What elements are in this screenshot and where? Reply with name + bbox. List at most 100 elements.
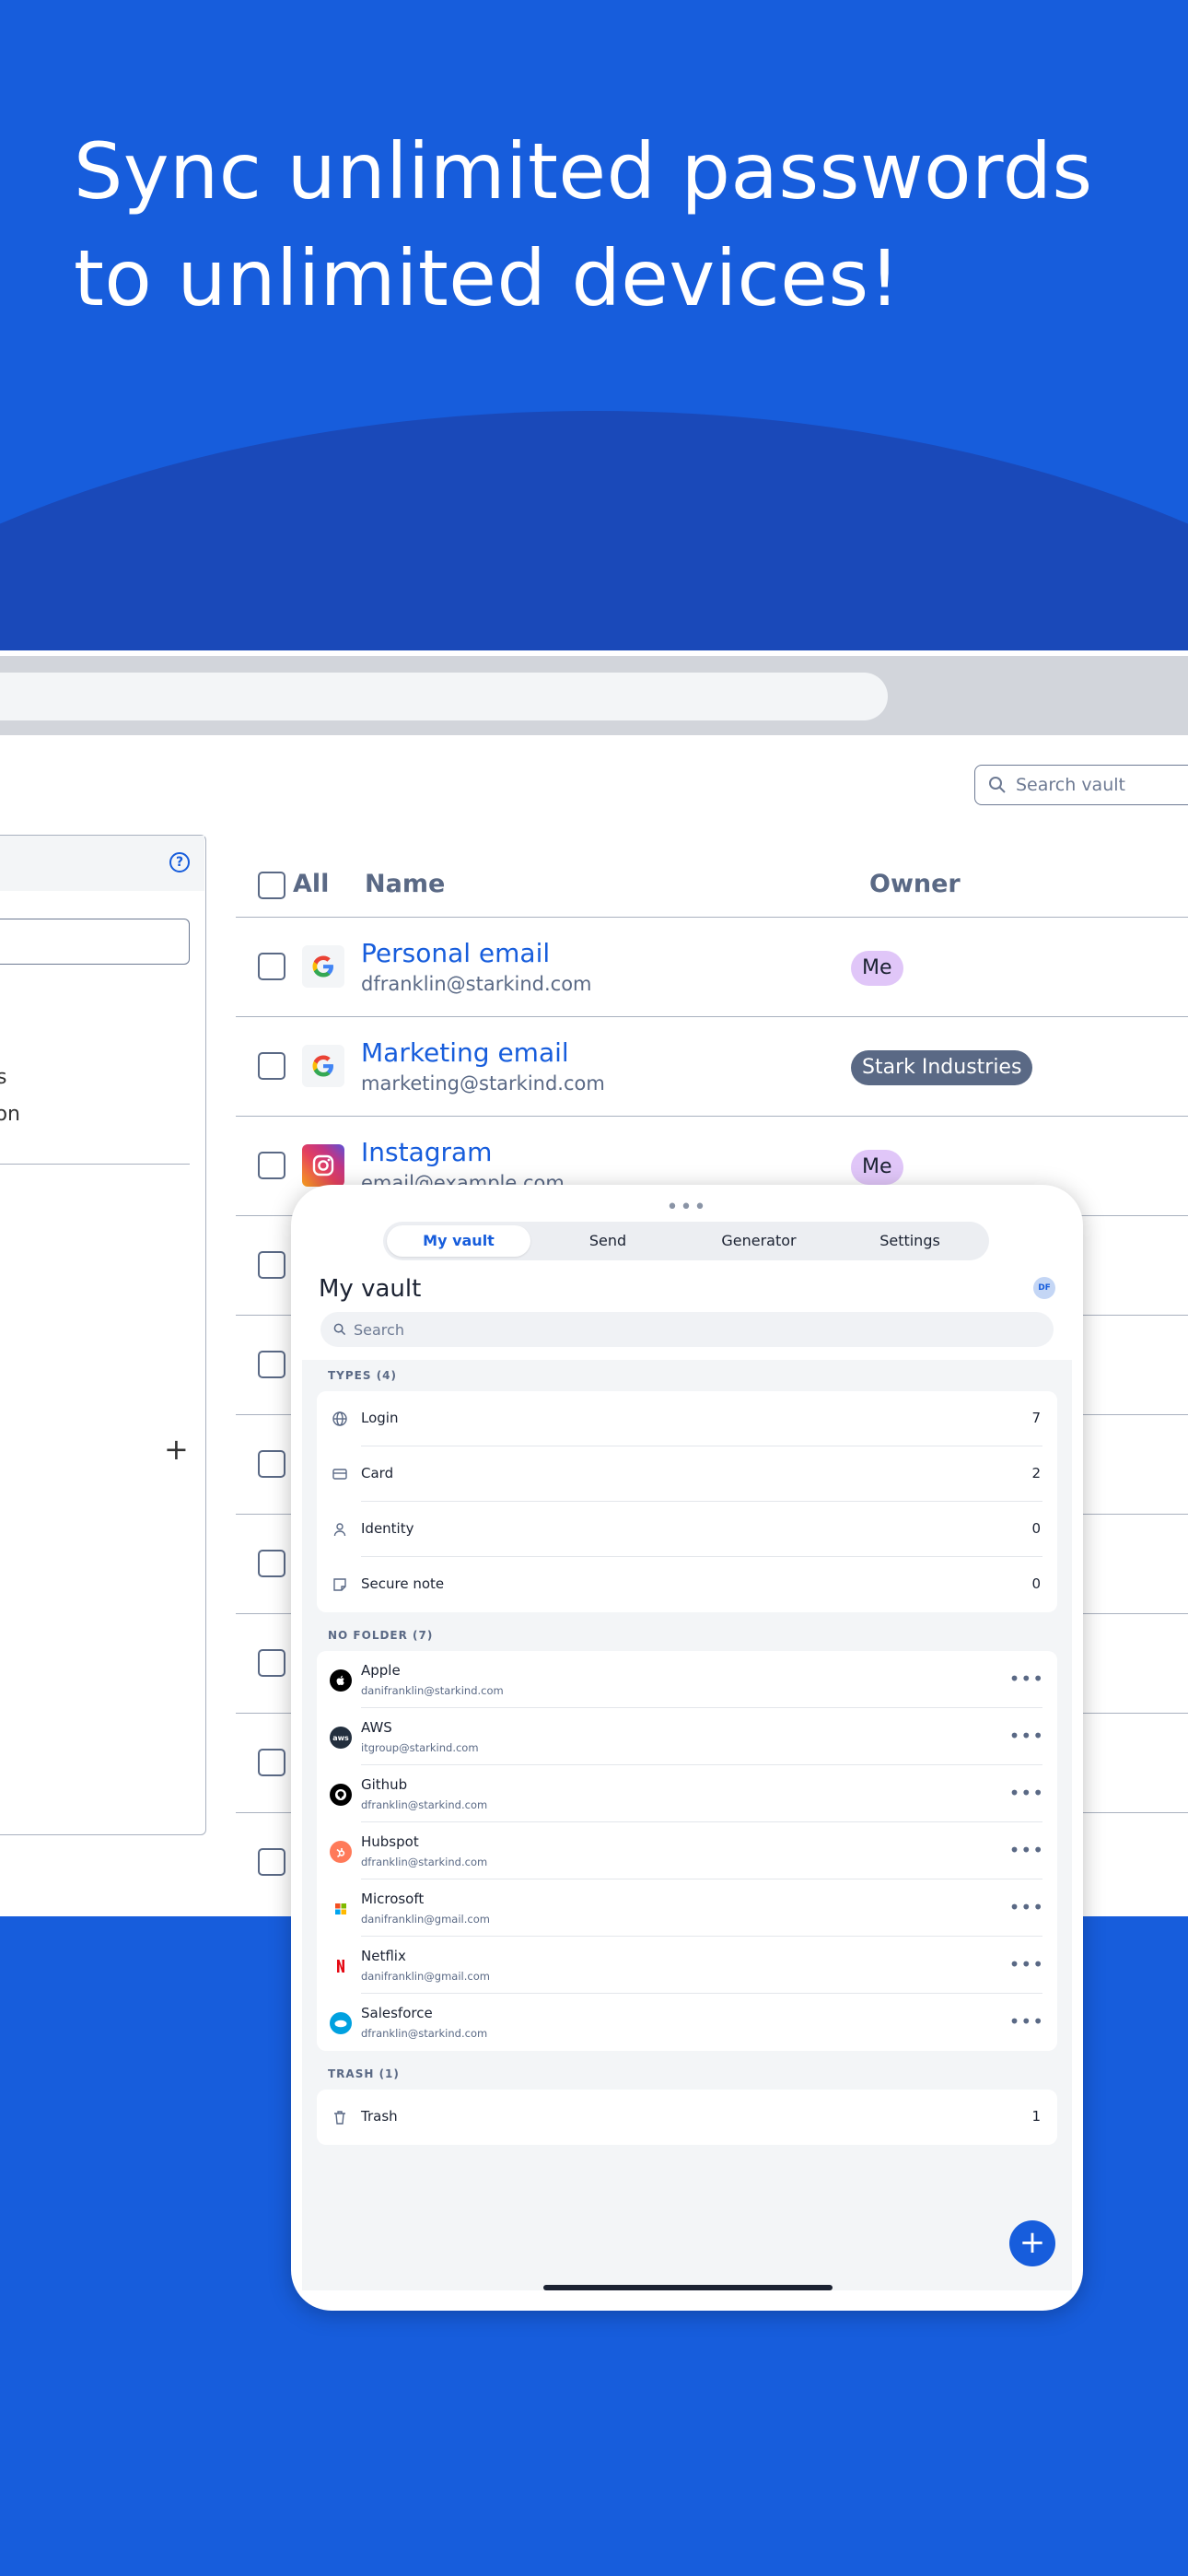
note-icon bbox=[333, 1578, 346, 1591]
more-icon[interactable]: ••• bbox=[1009, 1782, 1044, 1804]
trash-count: 1 bbox=[1031, 2108, 1041, 2125]
url-bar[interactable] bbox=[0, 673, 888, 720]
item-username: dfranklin@starkind.com bbox=[361, 1798, 488, 1811]
type-label: Secure note bbox=[361, 1575, 445, 1592]
vault-list: TYPES (4) Login 7 Card 2 Identity 0 Secu… bbox=[302, 1360, 1072, 2290]
globe-icon bbox=[332, 1411, 347, 1426]
multitask-dots[interactable]: ••• bbox=[291, 1198, 1083, 1218]
owner-badge: Stark Industries bbox=[851, 1050, 1033, 1085]
vault-table-header: All Name Owner bbox=[236, 851, 1188, 918]
item-name: AWS bbox=[361, 1719, 392, 1736]
tab-generator[interactable]: Generator bbox=[687, 1225, 831, 1257]
type-item-identity[interactable]: Identity 0 bbox=[317, 1502, 1057, 1557]
microsoft-icon bbox=[330, 1898, 352, 1920]
list-item[interactable]: Apple danifranklin@starkind.com ••• bbox=[317, 1651, 1057, 1708]
list-item[interactable]: aws AWS itgroup@starkind.com ••• bbox=[317, 1708, 1057, 1765]
tab-my-vault[interactable]: My vault bbox=[387, 1225, 530, 1257]
item-username: danifranklin@gmail.com bbox=[361, 1913, 490, 1926]
page-title: My vault bbox=[319, 1275, 422, 1303]
row-checkbox[interactable] bbox=[258, 1152, 285, 1179]
help-icon[interactable]: ? bbox=[169, 852, 190, 872]
more-icon[interactable]: ••• bbox=[1009, 1839, 1044, 1861]
type-count: 2 bbox=[1031, 1465, 1041, 1481]
item-name: Salesforce bbox=[361, 2005, 433, 2021]
header-name[interactable]: Name bbox=[365, 870, 445, 898]
search-placeholder: Search bbox=[354, 1320, 404, 1339]
hubspot-icon bbox=[330, 1841, 352, 1863]
type-count: 0 bbox=[1031, 1520, 1041, 1537]
sidebar-item-fragment[interactable]: on bbox=[0, 1103, 20, 1126]
header-all[interactable]: All bbox=[293, 870, 329, 898]
row-checkbox[interactable] bbox=[258, 1848, 285, 1876]
trash-item[interactable]: Trash 1 bbox=[317, 2090, 1057, 2145]
filter-sidebar: ? s on + bbox=[0, 835, 206, 1835]
type-item-login[interactable]: Login 7 bbox=[317, 1391, 1057, 1446]
type-label: Identity bbox=[361, 1520, 414, 1537]
hero-arc bbox=[0, 411, 1188, 650]
headline: Sync unlimited passwords to unlimited de… bbox=[74, 126, 1093, 323]
sidebar-item-fragment[interactable]: s bbox=[0, 1066, 11, 1089]
row-name[interactable]: Marketing email bbox=[361, 1037, 569, 1068]
google-icon bbox=[302, 945, 344, 988]
owner-badge: Me bbox=[851, 1150, 903, 1185]
section-heading-types: TYPES (4) bbox=[328, 1369, 398, 1382]
list-item[interactable]: Microsoft danifranklin@gmail.com ••• bbox=[317, 1879, 1057, 1937]
more-icon[interactable]: ••• bbox=[1009, 1725, 1044, 1747]
header-owner[interactable]: Owner bbox=[869, 870, 961, 898]
list-item[interactable]: Hubspot dfranklin@starkind.com ••• bbox=[317, 1822, 1057, 1879]
vault-search-input[interactable]: Search vault bbox=[974, 765, 1188, 805]
owner-badge: Me bbox=[851, 951, 903, 986]
avatar[interactable]: DF bbox=[1033, 1277, 1055, 1299]
row-name[interactable]: Personal email bbox=[361, 938, 550, 968]
add-folder-icon[interactable]: + bbox=[164, 1434, 189, 1464]
section-heading-no-folder: NO FOLDER (7) bbox=[328, 1629, 434, 1642]
tab-send[interactable]: Send bbox=[536, 1225, 680, 1257]
row-checkbox[interactable] bbox=[258, 1351, 285, 1378]
trash-card: Trash 1 bbox=[317, 2090, 1057, 2145]
tab-settings[interactable]: Settings bbox=[838, 1225, 982, 1257]
trash-icon bbox=[334, 2111, 345, 2125]
more-icon[interactable]: ••• bbox=[1009, 1953, 1044, 1975]
more-icon[interactable]: ••• bbox=[1009, 1896, 1044, 1918]
type-item-card[interactable]: Card 2 bbox=[317, 1446, 1057, 1502]
netflix-icon bbox=[330, 1955, 352, 1977]
sidebar-search-input[interactable] bbox=[0, 919, 190, 965]
list-item[interactable]: Github dfranklin@starkind.com ••• bbox=[317, 1765, 1057, 1822]
add-item-button[interactable]: + bbox=[1009, 2220, 1055, 2266]
item-name: Microsoft bbox=[361, 1891, 425, 1907]
sidebar-header: ? bbox=[0, 836, 204, 891]
type-label: Card bbox=[361, 1465, 394, 1481]
row-checkbox[interactable] bbox=[258, 1749, 285, 1776]
hero-banner: Sync unlimited passwords to unlimited de… bbox=[0, 0, 1188, 650]
select-all-checkbox[interactable] bbox=[258, 872, 285, 899]
browser-toolbar bbox=[0, 656, 1188, 735]
row-checkbox[interactable] bbox=[258, 1550, 285, 1577]
apple-icon bbox=[330, 1669, 352, 1692]
type-count: 0 bbox=[1031, 1575, 1041, 1592]
row-username: dfranklin@starkind.com bbox=[361, 973, 592, 995]
trash-label: Trash bbox=[361, 2108, 398, 2125]
item-username: danifranklin@starkind.com bbox=[361, 1684, 504, 1697]
row-checkbox[interactable] bbox=[258, 1251, 285, 1279]
row-checkbox[interactable] bbox=[258, 1649, 285, 1677]
home-indicator bbox=[543, 2285, 833, 2290]
type-count: 7 bbox=[1031, 1410, 1041, 1426]
list-item[interactable]: Netflix danifranklin@gmail.com ••• bbox=[317, 1937, 1057, 1994]
search-placeholder: Search vault bbox=[1016, 775, 1125, 795]
section-heading-trash: TRASH (1) bbox=[328, 2067, 400, 2080]
more-icon[interactable]: ••• bbox=[1009, 1668, 1044, 1690]
table-row[interactable]: Marketing email marketing@starkind.com S… bbox=[236, 1017, 1188, 1117]
table-row[interactable]: Personal email dfranklin@starkind.com Me bbox=[236, 918, 1188, 1017]
search-input[interactable]: Search bbox=[320, 1312, 1054, 1347]
github-icon bbox=[330, 1784, 352, 1806]
item-username: dfranklin@starkind.com bbox=[361, 1856, 488, 1868]
type-item-secure-note[interactable]: Secure note 0 bbox=[317, 1557, 1057, 1612]
item-username: danifranklin@gmail.com bbox=[361, 1970, 490, 1983]
more-icon[interactable]: ••• bbox=[1009, 2010, 1044, 2032]
row-checkbox[interactable] bbox=[258, 1450, 285, 1478]
list-item[interactable]: Salesforce dfranklin@starkind.com ••• bbox=[317, 1994, 1057, 2051]
row-checkbox[interactable] bbox=[258, 1052, 285, 1080]
row-checkbox[interactable] bbox=[258, 953, 285, 980]
person-icon bbox=[333, 1523, 346, 1537]
row-name[interactable]: Instagram bbox=[361, 1137, 492, 1167]
